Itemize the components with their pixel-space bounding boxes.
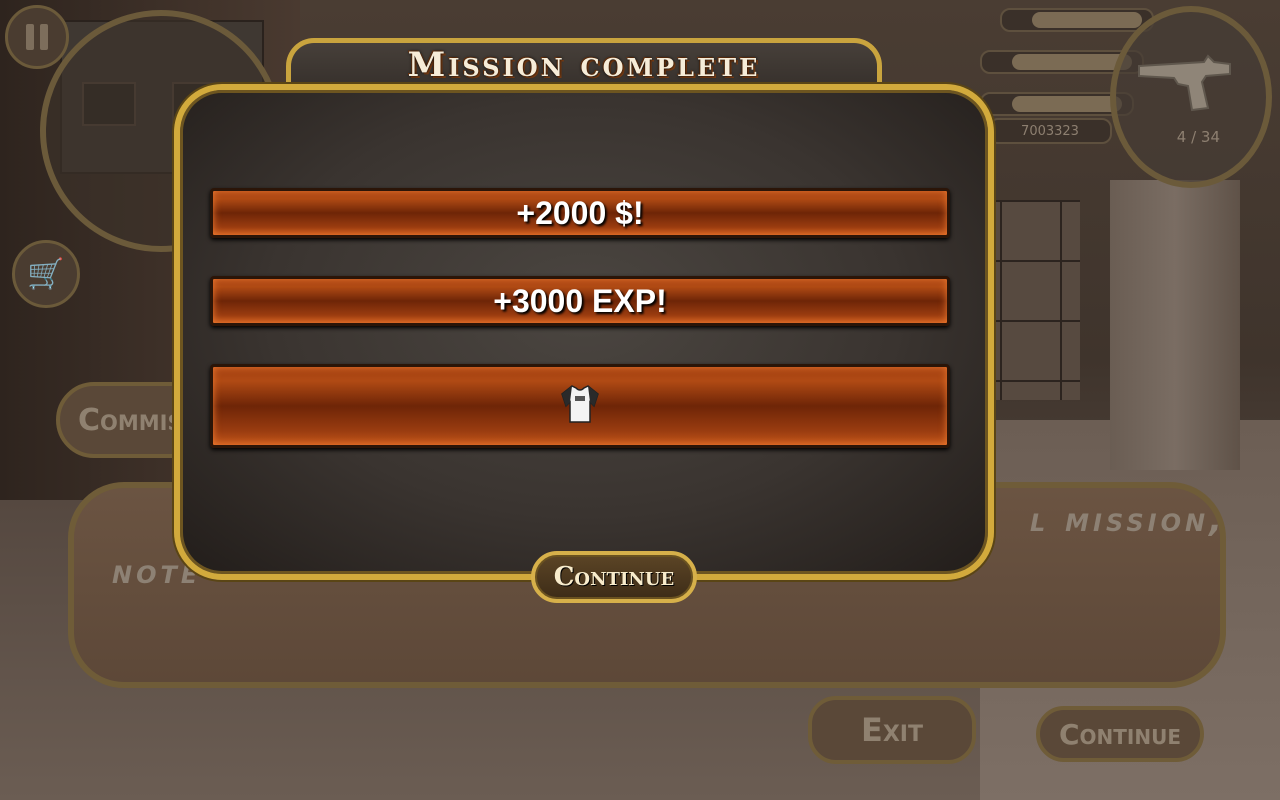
cart-icon: 🛒 [27, 256, 65, 292]
reward-money: +2000 $! [210, 188, 950, 238]
money-counter: 7003323 [988, 118, 1112, 144]
shop-cart-button[interactable]: 🛒 [12, 240, 80, 308]
briefing-text-right: l mission, [1030, 500, 1226, 540]
scene-pillar [1110, 180, 1240, 470]
reward-exp: +3000 EXP! [210, 276, 950, 326]
exit-button[interactable]: Exit [808, 696, 976, 764]
background-continue-button[interactable]: Continue [1036, 706, 1204, 762]
reward-exp-label: +3000 EXP! [493, 282, 667, 319]
pause-button[interactable] [5, 5, 69, 69]
ammo-counter: 4 / 34 [1176, 128, 1220, 146]
health-bar [1000, 8, 1154, 32]
revolver-icon [1134, 52, 1234, 122]
t-shirt-icon [558, 380, 602, 432]
pause-icon [26, 24, 34, 50]
dialog-title: Mission complete [407, 45, 761, 85]
reward-money-label: +2000 $! [516, 194, 644, 231]
reward-item [210, 364, 950, 448]
mission-complete-dialog [174, 84, 994, 580]
continue-button[interactable]: Continue [531, 551, 697, 603]
